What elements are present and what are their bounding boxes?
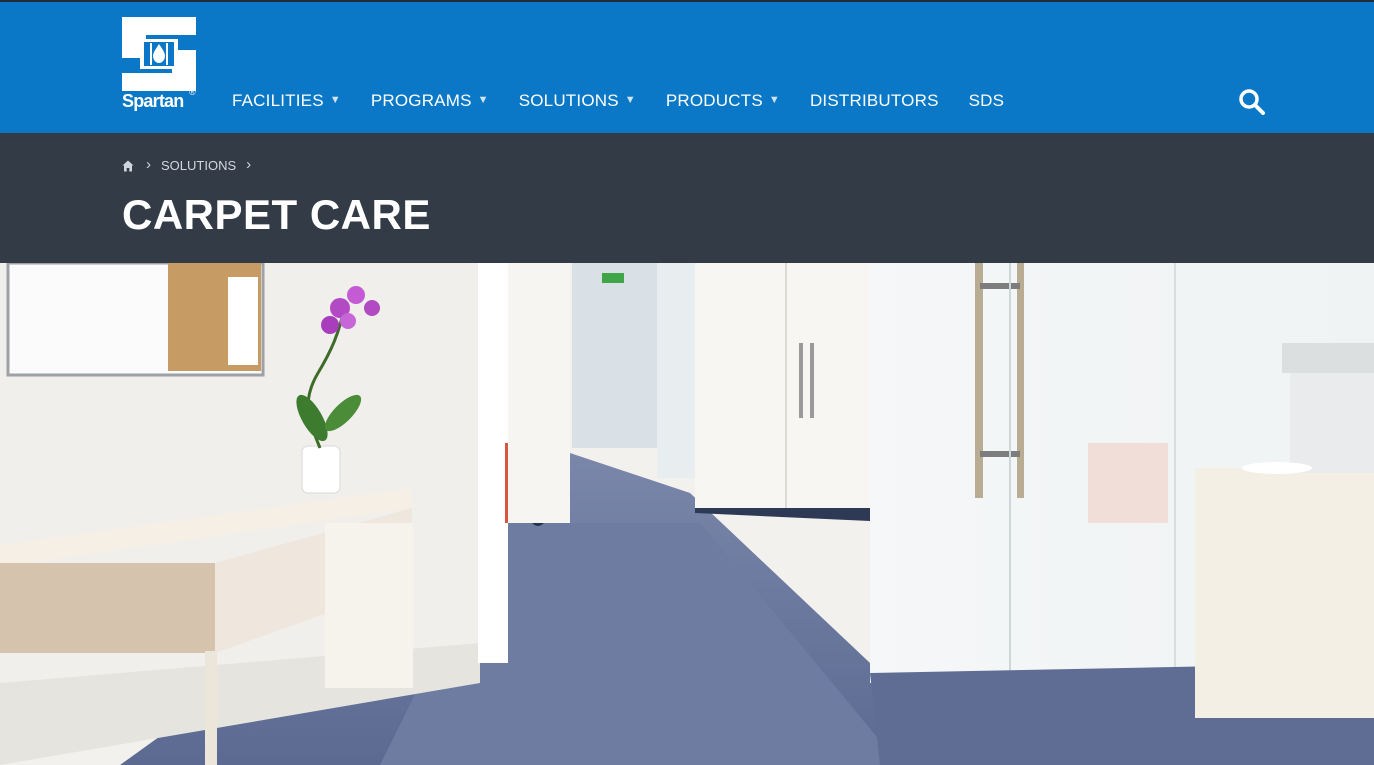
home-icon[interactable]: [122, 160, 134, 172]
nav-item-sds[interactable]: SDS: [969, 91, 1005, 111]
nav-label: PROGRAMS: [370, 91, 472, 110]
search-icon[interactable]: [1238, 88, 1266, 116]
page-title: CARPET CARE: [122, 191, 431, 238]
nav-label: DISTRIBUTORS: [809, 91, 939, 110]
logo-registered-mark: ®: [189, 87, 196, 97]
nav-label: SDS: [968, 91, 1005, 110]
office-hallway-illustration: [0, 263, 1374, 765]
breadcrumb-separator: ›: [146, 156, 151, 173]
breadcrumb: › SOLUTIONS ›: [122, 156, 261, 174]
nav-item-distributors[interactable]: DISTRIBUTORS: [810, 91, 939, 111]
nav-item-facilities[interactable]: FACILITIES ▼: [232, 91, 341, 111]
nav-label: FACILITIES: [232, 91, 324, 110]
chevron-down-icon: ▼: [477, 94, 489, 106]
main-nav: FACILITIES ▼ PROGRAMS ▼ SOLUTIONS ▼ PROD…: [232, 88, 1034, 114]
nav-label: SOLUTIONS: [518, 91, 619, 110]
page-banner: › SOLUTIONS › CARPET CARE: [0, 133, 1374, 263]
chevron-down-icon: ▼: [329, 94, 341, 106]
breadcrumb-link-solutions[interactable]: SOLUTIONS: [161, 158, 236, 173]
spartan-logo[interactable]: Spartan ®: [122, 17, 198, 115]
nav-label: PRODUCTS: [665, 91, 763, 110]
chevron-down-icon: ▼: [624, 94, 636, 106]
spartan-logo-mark-icon: [122, 17, 196, 91]
breadcrumb-separator: ›: [246, 156, 252, 173]
nav-item-programs[interactable]: PROGRAMS ▼: [371, 91, 489, 111]
hero-image: [0, 263, 1374, 765]
logo-wordmark: Spartan: [122, 91, 184, 111]
nav-item-solutions[interactable]: SOLUTIONS ▼: [519, 91, 636, 111]
nav-item-products[interactable]: PRODUCTS ▼: [666, 91, 780, 111]
site-header: Spartan ® FACILITIES ▼ PROGRAMS ▼ SOLUTI…: [0, 0, 1374, 133]
chevron-down-icon: ▼: [768, 94, 780, 106]
